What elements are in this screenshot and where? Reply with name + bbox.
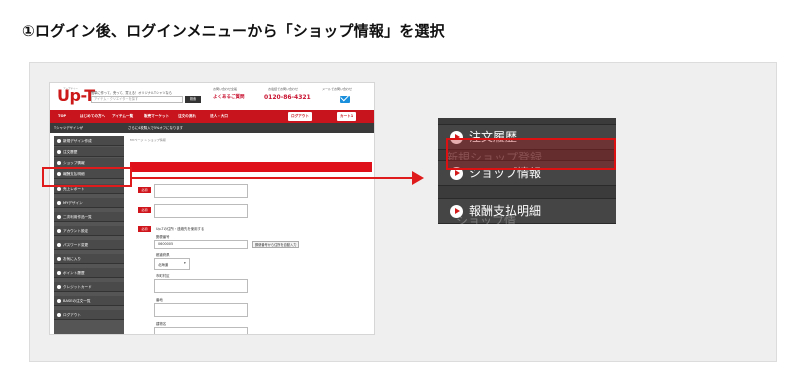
sidebar-item-base-orders[interactable]: BASEの注文一覧: [54, 296, 124, 306]
step-heading: ①ログイン後、ログインメニューから「ショップ情報」を選択: [22, 22, 445, 40]
mail-icon[interactable]: [340, 96, 350, 103]
sidebar-item-secondary-works[interactable]: 二次利用作品一覧: [54, 212, 124, 222]
section-band: [130, 162, 372, 172]
town-label: 番地: [156, 298, 163, 302]
postal-value: 0600005: [158, 242, 174, 246]
sidebar-item-favorites[interactable]: お気に入り: [54, 254, 124, 264]
phone-number: 0120-86-4321: [264, 94, 311, 101]
sidebar-item-order-history[interactable]: 注文履歴: [54, 147, 124, 157]
search-button[interactable]: 検索: [185, 96, 201, 103]
nav-market[interactable]: 販売マーケット: [144, 110, 169, 123]
site-tagline: 簡単に作って、売って、買える！オリジナルTシャツなら: [91, 91, 172, 95]
nav-order-flow[interactable]: 注文の流れ: [178, 110, 196, 123]
search-input[interactable]: アイテム・クリエイターを探す: [91, 96, 183, 103]
breadcrumb: MYページ > ショップ情報: [130, 138, 166, 142]
city-field[interactable]: [154, 279, 248, 293]
required-badge: 必須: [138, 226, 151, 232]
site-header: アップティー Up-T 簡単に作って、売って、買える！オリジナルTシャツなら ア…: [50, 83, 374, 110]
logout-button[interactable]: ログアウト: [288, 112, 312, 121]
sidebar-item-password[interactable]: パスワード変更: [54, 240, 124, 250]
promo-bar: Tシャツデザインが さらに4枚購入で5%オフになります: [50, 123, 374, 133]
promo-text: さらに4枚購入で5%オフになります: [128, 126, 184, 130]
prefecture-label: 都道府県: [156, 253, 170, 257]
sidebar-item-logout[interactable]: ログアウト: [54, 310, 124, 320]
contact-mail-label: メールでお問い合わせ: [322, 87, 353, 91]
sidebar-item-points[interactable]: ポイント履歴: [54, 268, 124, 278]
site-screenshot: アップティー Up-T 簡単に作って、売って、買える！オリジナルTシャツなら ア…: [49, 82, 375, 335]
ghost-text-bottom: ショップ情: [456, 214, 517, 224]
promo-label: Tシャツデザインが: [54, 126, 84, 130]
sidebar-item-credit-card[interactable]: クレジットカード: [54, 282, 124, 292]
building-field[interactable]: [154, 327, 248, 334]
sidebar-item-account[interactable]: アカウント設定: [54, 226, 124, 236]
faq-link[interactable]: よくあるご質問: [213, 94, 245, 100]
tutorial-figure: ①ログイン後、ログインメニューから「ショップ情報」を選択 アップティー Up-T…: [0, 0, 800, 390]
building-label: 建物名: [156, 322, 167, 326]
required-badge: 必須: [138, 207, 151, 213]
nav-corporate[interactable]: 法人・大口: [210, 110, 228, 123]
contact-phone-label: お電話でお問い合わせ: [268, 87, 299, 91]
contact-general-label: お問い合わせ全般: [213, 87, 238, 91]
shop-info-highlight: [42, 167, 132, 187]
prefecture-value: 北海道: [158, 263, 169, 267]
site-logo[interactable]: Up-T: [57, 88, 95, 104]
pointer-arrow-line: [131, 177, 414, 179]
use-upt-address-label[interactable]: Up-Tの住所・連絡先を使用する: [156, 226, 204, 231]
shop-name-field[interactable]: [154, 184, 248, 198]
nav-beginners[interactable]: はじめての方へ: [80, 110, 105, 123]
nav-items[interactable]: アイテム一覧: [112, 110, 133, 123]
zoom-highlight: [446, 138, 616, 170]
shop-description-field[interactable]: [154, 204, 248, 218]
sidebar-item-new-design[interactable]: 新規デザイン作成: [54, 136, 124, 146]
nav-top[interactable]: TOP: [58, 110, 66, 123]
cart-button[interactable]: カート1: [337, 112, 357, 121]
sidebar-item-my-design[interactable]: MYデザイン: [54, 198, 124, 208]
postal-autofill-button[interactable]: 郵便番号から住所を自動入力: [252, 241, 300, 248]
postal-label: 郵便番号: [156, 235, 170, 239]
required-badge: 必須: [138, 187, 151, 193]
chevron-down-icon: ▾: [184, 261, 186, 265]
town-field[interactable]: [154, 303, 248, 317]
main-nav: TOP はじめての方へ アイテム一覧 販売マーケット 注文の流れ 法人・大口 ロ…: [50, 110, 374, 123]
zoomed-menu: 注文履歴 新規ショップ登録 ショップ情報 報酬支払明細 ショップ情: [438, 118, 616, 224]
arrow-right-icon: [412, 171, 424, 185]
city-label: 市町村区: [156, 274, 170, 278]
mypage-sidebar: 新規デザイン作成 注文履歴 ショップ情報 報酬支払明細 売上レポート MYデザイ…: [54, 136, 124, 334]
